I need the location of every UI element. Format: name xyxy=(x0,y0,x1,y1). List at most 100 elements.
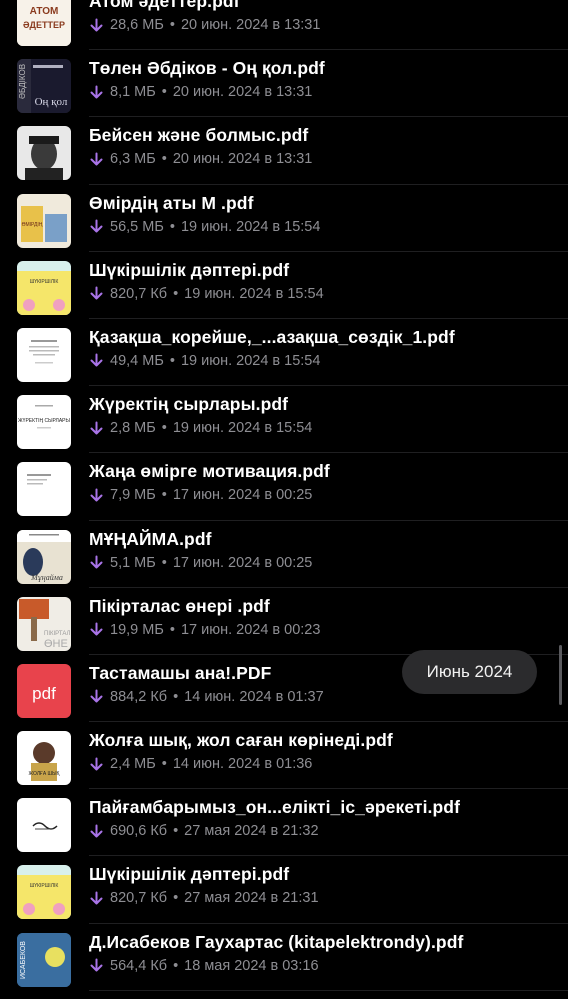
file-meta: 8,1 МБ • 20 июн. 2024 в 13:31 xyxy=(89,84,312,100)
svg-text:ӘБДІКОВ: ӘБДІКОВ xyxy=(18,64,27,99)
meta-separator-dot: • xyxy=(173,285,179,302)
file-date: 19 июн. 2024 в 15:54 xyxy=(180,218,321,235)
book-cover-atomic-habits-icon[interactable]: АТОМ ӘДЕТТЕР xyxy=(17,0,71,46)
file-date: 17 июн. 2024 в 00:25 xyxy=(172,554,313,571)
downloaded-arrow-icon xyxy=(90,958,103,972)
book-cover-person-icon[interactable]: ЖОЛҒА ШЫҚ xyxy=(17,731,71,786)
book-cover-omirdin-aty-icon[interactable]: ӨМІРДІҢ xyxy=(17,193,71,248)
file-size: 690,6 Кб xyxy=(110,823,168,840)
downloaded-arrow-icon xyxy=(90,891,103,905)
date-section-indicator: Июнь 2024 xyxy=(402,650,537,694)
file-size: 28,6 МБ xyxy=(110,17,164,33)
file-name: Қазақша_корейше,_...азақша_сөздік_1.pdf xyxy=(89,326,455,347)
meta-separator-dot: • xyxy=(173,823,179,840)
file-date: 19 июн. 2024 в 15:54 xyxy=(184,285,324,302)
downloaded-arrow-icon xyxy=(90,353,103,367)
book-cover-portrait-icon[interactable] xyxy=(17,126,71,181)
file-row[interactable]: Оң қол ӘБДІКОВ Төлен Әбдіков - Оң қол.pdf 8… xyxy=(0,50,568,118)
file-name: Пікірталас өнері .pdf xyxy=(89,595,270,616)
book-cover-munaima-icon[interactable]: Мұңайма xyxy=(17,529,71,584)
file-row[interactable]: ЖҮРЕКТІҢ СЫРЛАРЫ Жүректің сырлары.pdf 2,8 … xyxy=(0,386,568,454)
file-name: МҰҢАЙМА.pdf xyxy=(89,528,212,549)
meta-separator-dot: • xyxy=(161,420,167,437)
file-meta: 820,7 Кб • 27 мая 2024 в 21:31 xyxy=(89,890,319,906)
downloaded-arrow-icon xyxy=(90,286,103,300)
document-calligraphy-icon[interactable] xyxy=(17,798,71,853)
downloaded-arrow-icon xyxy=(90,555,103,569)
file-date: 17 июн. 2024 в 00:25 xyxy=(172,487,313,504)
book-cover-gauhartas-icon[interactable]: ИСАБЕКОВ xyxy=(17,932,71,987)
file-row[interactable]: Бейсен және болмыс.pdf 6,3 МБ • 20 июн. 202… xyxy=(0,117,568,185)
file-meta: 19,9 МБ • 17 июн. 2024 в 00:23 xyxy=(89,622,320,638)
file-row[interactable]: ШҮКІРШІЛІК Шүкіршілік дәптері.pdf 820,7 Кб… xyxy=(0,252,568,319)
file-meta: 884,2 Кб • 14 июн. 2024 в 01:37 xyxy=(89,689,324,705)
file-row[interactable]: ӨМІРДІҢ Өмірдің аты М .pdf 56,5 МБ • 19 июн.… xyxy=(0,185,568,252)
file-row[interactable]: Қазақша_корейше,_...азақша_сөздік_1.pdf 4… xyxy=(0,319,568,387)
file-row[interactable]: ЖОЛҒА ШЫҚ Жолға шық, жол саған көрінеді.p… xyxy=(0,722,568,790)
file-row[interactable]: АТОМ ӘДЕТТЕР Атом әдеттер.pdf 28,6 МБ • 20 ию… xyxy=(0,0,568,51)
file-date: 19 июн. 2024 в 15:54 xyxy=(172,420,313,437)
document-page-icon[interactable] xyxy=(17,327,71,382)
file-size: 2,8 МБ xyxy=(110,420,156,437)
meta-separator-dot: • xyxy=(169,352,175,369)
file-row[interactable]: Мұңайма МҰҢАЙМА.pdf 5,1 МБ • 17 июн. 2024 в … xyxy=(0,521,568,588)
meta-separator-dot: • xyxy=(169,621,175,638)
file-size: 884,2 Кб xyxy=(110,688,168,705)
book-cover-notebook-icon[interactable]: ШҮКІРШІЛІК xyxy=(17,865,71,920)
svg-text:Оң қол: Оң қол xyxy=(35,96,68,108)
file-name: Атом әдеттер.pdf xyxy=(89,0,240,11)
svg-text:ӨНЕ: ӨНЕ xyxy=(44,638,68,650)
downloaded-arrow-icon xyxy=(90,152,103,166)
file-row[interactable]: ИСАБЕКОВ Д.Исабеков Гаухартас (kitapelekt… xyxy=(0,924,568,991)
meta-separator-dot: • xyxy=(161,84,167,101)
file-meta: 2,4 МБ • 14 июн. 2024 в 01:36 xyxy=(89,756,312,772)
file-meta: 690,6 Кб • 27 мая 2024 в 21:32 xyxy=(89,823,319,839)
svg-text:ПІКІРТАЛ: ПІКІРТАЛ xyxy=(44,631,70,637)
file-size: 564,4 Кб xyxy=(110,957,168,974)
file-date: 14 июн. 2024 в 01:37 xyxy=(184,688,324,705)
file-meta: 56,5 МБ • 19 июн. 2024 в 15:54 xyxy=(89,219,320,235)
downloaded-arrow-icon xyxy=(90,689,103,703)
file-row[interactable]: ШҮКІРШІЛІК Шүкіршілік дәптері.pdf 820,7 Кб… xyxy=(0,856,568,924)
meta-separator-dot: • xyxy=(161,487,167,504)
meta-separator-dot: • xyxy=(173,957,179,974)
downloaded-arrow-icon xyxy=(90,421,103,435)
svg-text:ӘДЕТТЕР: ӘДЕТТЕР xyxy=(23,20,65,30)
file-size: 49,4 МБ xyxy=(110,352,164,369)
file-list: АТОМ ӘДЕТТЕР Атом әдеттер.pdf 28,6 МБ • 20 ию… xyxy=(0,0,568,991)
file-date: 18 мая 2024 в 03:16 xyxy=(184,957,319,974)
downloaded-arrow-icon xyxy=(90,18,103,31)
meta-separator-dot: • xyxy=(169,17,175,33)
scrollbar[interactable] xyxy=(559,645,562,705)
file-row[interactable]: Пайғамбарымыз_он...елікті_іс_әрекеті.pdf… xyxy=(0,789,568,857)
document-page-icon[interactable] xyxy=(17,462,71,517)
file-size: 5,1 МБ xyxy=(110,554,156,571)
file-name: Өмірдің аты М .pdf xyxy=(89,192,254,213)
pdf-file-icon[interactable]: pdf xyxy=(17,663,71,718)
file-row[interactable]: ПІКІРТАЛ ӨНЕ Пікірталас өнері .pdf 19,9 МБ •… xyxy=(0,588,568,655)
svg-text:ЖҮРЕКТІҢ СЫРЛАРЫ: ЖҮРЕКТІҢ СЫРЛАРЫ xyxy=(18,418,70,424)
file-size: 56,5 МБ xyxy=(110,218,164,235)
file-row[interactable]: Жаңа өмірге мотивация.pdf 7,9 МБ • 17 июн. … xyxy=(0,453,568,521)
book-cover-pikirtalas-icon[interactable]: ПІКІРТАЛ ӨНЕ xyxy=(17,596,71,651)
svg-text:ШҮКІРШІЛІК: ШҮКІРШІЛІК xyxy=(30,883,59,889)
file-date: 27 мая 2024 в 21:31 xyxy=(184,890,319,907)
book-cover-notebook-icon[interactable]: ШҮКІРШІЛІК xyxy=(17,260,71,315)
file-date: 20 июн. 2024 в 13:31 xyxy=(180,17,321,33)
file-meta: 820,7 Кб • 19 июн. 2024 в 15:54 xyxy=(89,286,324,302)
file-name: Жүректің сырлары.pdf xyxy=(89,394,289,415)
svg-text:ШҮКІРШІЛІК: ШҮКІРШІЛІК xyxy=(30,279,59,285)
file-date: 17 июн. 2024 в 00:23 xyxy=(180,621,321,638)
book-cover-on-qol-icon[interactable]: Оң қол ӘБДІКОВ xyxy=(17,59,71,114)
meta-separator-dot: • xyxy=(161,756,167,773)
file-date: 27 мая 2024 в 21:32 xyxy=(184,823,319,840)
svg-text:ЖОЛҒА ШЫҚ: ЖОЛҒА ШЫҚ xyxy=(29,771,60,777)
file-name: Д.Исабеков Гаухартас (kitapelektrondy).p… xyxy=(89,931,464,952)
downloaded-arrow-icon xyxy=(90,85,103,99)
file-size: 19,9 МБ xyxy=(110,621,164,638)
svg-text:ӨМІРДІҢ: ӨМІРДІҢ xyxy=(22,222,43,228)
file-date: 20 июн. 2024 в 13:31 xyxy=(172,151,313,168)
document-page-icon[interactable]: ЖҮРЕКТІҢ СЫРЛАРЫ xyxy=(17,395,71,450)
file-meta: 2,8 МБ • 19 июн. 2024 в 15:54 xyxy=(89,420,312,436)
file-size: 6,3 МБ xyxy=(110,151,156,168)
